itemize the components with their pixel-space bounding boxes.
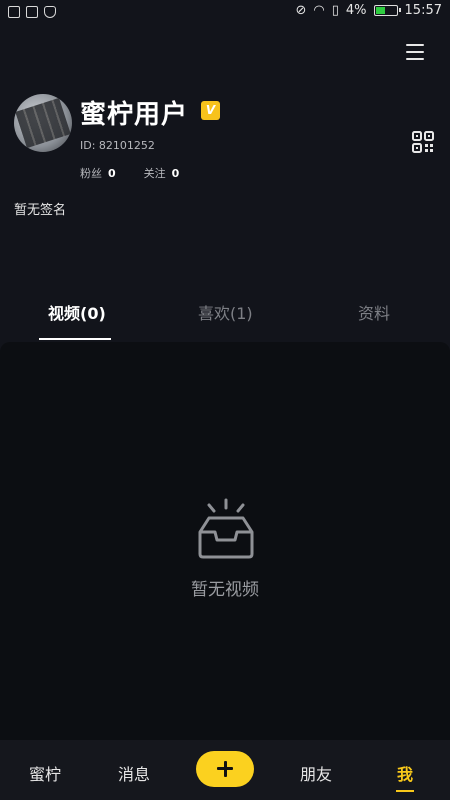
- qr-code-icon[interactable]: [412, 131, 434, 153]
- fans-stat[interactable]: 粉丝 0: [80, 165, 116, 181]
- status-bar: ⊘ ◠ ▯ 4% 15:57: [0, 0, 450, 26]
- empty-inbox-icon: [198, 498, 254, 559]
- mute-icon: ⊘: [295, 3, 307, 18]
- system-status: ⊘ ◠ ▯ 4% 15:57: [296, 3, 443, 18]
- profile-stats: 粉丝 0 关注 0: [80, 165, 179, 181]
- following-count: 0: [171, 167, 180, 180]
- fans-label: 粉丝: [80, 167, 102, 180]
- tab-active-indicator: [39, 338, 111, 340]
- nav-friends[interactable]: 朋友: [300, 761, 332, 785]
- add-button[interactable]: [196, 751, 254, 787]
- nav-home[interactable]: 蜜柠: [29, 761, 61, 785]
- nav-active-indicator: [396, 790, 414, 792]
- menu-icon[interactable]: [406, 44, 424, 60]
- tab-likes[interactable]: 喜欢(1): [198, 300, 253, 324]
- sim-icon: [8, 6, 20, 18]
- image-notification-icon: [26, 6, 38, 18]
- tab-info[interactable]: 资料: [358, 300, 390, 324]
- nav-me[interactable]: 我: [397, 761, 413, 785]
- signature-text[interactable]: 暂无签名: [14, 199, 66, 218]
- notification-icons: [8, 6, 56, 18]
- battery-percent: 4%: [345, 3, 367, 18]
- sim-card-icon: ▯: [331, 3, 339, 18]
- clock: 15:57: [404, 3, 442, 18]
- vip-badge-icon: V: [201, 101, 220, 120]
- nav-messages[interactable]: 消息: [118, 761, 150, 785]
- wifi-icon: ◠: [313, 3, 325, 18]
- username: 蜜柠用户: [80, 100, 189, 130]
- user-id: ID: 82101252: [80, 139, 155, 152]
- avatar[interactable]: [14, 94, 72, 152]
- tab-videos[interactable]: 视频(0): [48, 300, 106, 324]
- battery-icon: [373, 5, 401, 16]
- following-stat[interactable]: 关注 0: [144, 165, 180, 181]
- empty-state-text: 暂无视频: [191, 580, 259, 600]
- profile-tabs: 视频(0) 喜欢(1) 资料: [0, 290, 450, 340]
- following-label: 关注: [143, 167, 166, 180]
- shield-icon: [44, 6, 56, 18]
- fans-count: 0: [108, 167, 116, 180]
